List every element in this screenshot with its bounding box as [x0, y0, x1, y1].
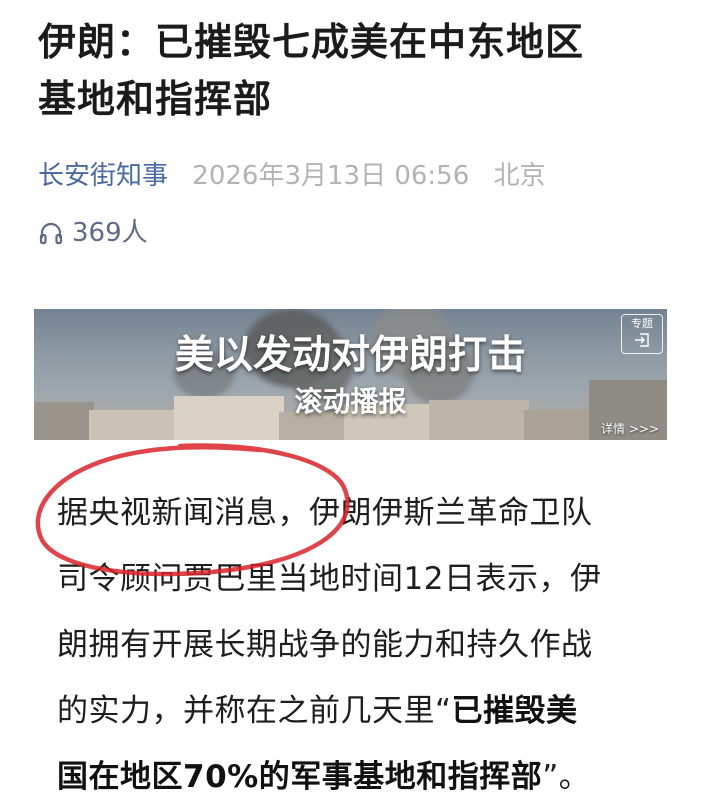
article-title-line-1: 伊朗：已摧毁七成美在中东地区	[38, 20, 585, 64]
body-line-5: 国在地区70%的军事基地和指挥部”。	[57, 744, 657, 810]
body-line-4-bold: 已摧毁美	[451, 693, 578, 729]
topic-badge-label: 专题	[631, 317, 653, 330]
source-account-link[interactable]: 长安街知事	[38, 161, 168, 191]
topic-badge[interactable]: 专题	[621, 314, 663, 354]
enter-icon	[635, 333, 649, 347]
body-line-1: 据央视新闻消息，伊朗伊斯兰革命卫队	[57, 495, 593, 531]
body-line-3: 朗拥有开展长期战争的能力和持久作战	[57, 627, 593, 663]
body-line-5-tail: ”。	[542, 759, 591, 795]
publish-location: 北京	[493, 161, 546, 191]
body-line-2: 司令顾问贾巴里当地时间12日表示，伊	[57, 561, 602, 597]
banner-title: 美以发动对伊朗打击	[174, 333, 526, 378]
banner-subtitle: 滚动播报	[294, 385, 407, 418]
body-line-5-bold: 国在地区70%的军事基地和指挥部	[57, 759, 543, 795]
listen-count: 369人	[72, 218, 148, 248]
article-meta: 长安街知事 2026年3月13日 06:56 北京	[38, 158, 546, 194]
detail-link[interactable]: 详情 >>>	[601, 420, 659, 437]
article-body: 据央视新闻消息，伊朗伊斯兰革命卫队 司令顾问贾巴里当地时间12日表示，伊 朗拥有…	[57, 480, 657, 810]
publish-datetime: 2026年3月13日 06:56	[192, 161, 470, 191]
body-line-4-text: 的实力，并称在之前几天里“	[57, 693, 452, 729]
listen-count-row[interactable]: 369人	[38, 216, 148, 250]
headphones-icon	[39, 222, 63, 245]
topic-banner[interactable]: 美以发动对伊朗打击 滚动播报 专题 详情 >>>	[34, 309, 667, 440]
article-title-line-2: 基地和指挥部	[38, 77, 273, 121]
article-title: 伊朗：已摧毁七成美在中东地区 基地和指挥部	[38, 14, 678, 128]
body-line-4: 的实力，并称在之前几天里“已摧毁美	[57, 678, 657, 744]
